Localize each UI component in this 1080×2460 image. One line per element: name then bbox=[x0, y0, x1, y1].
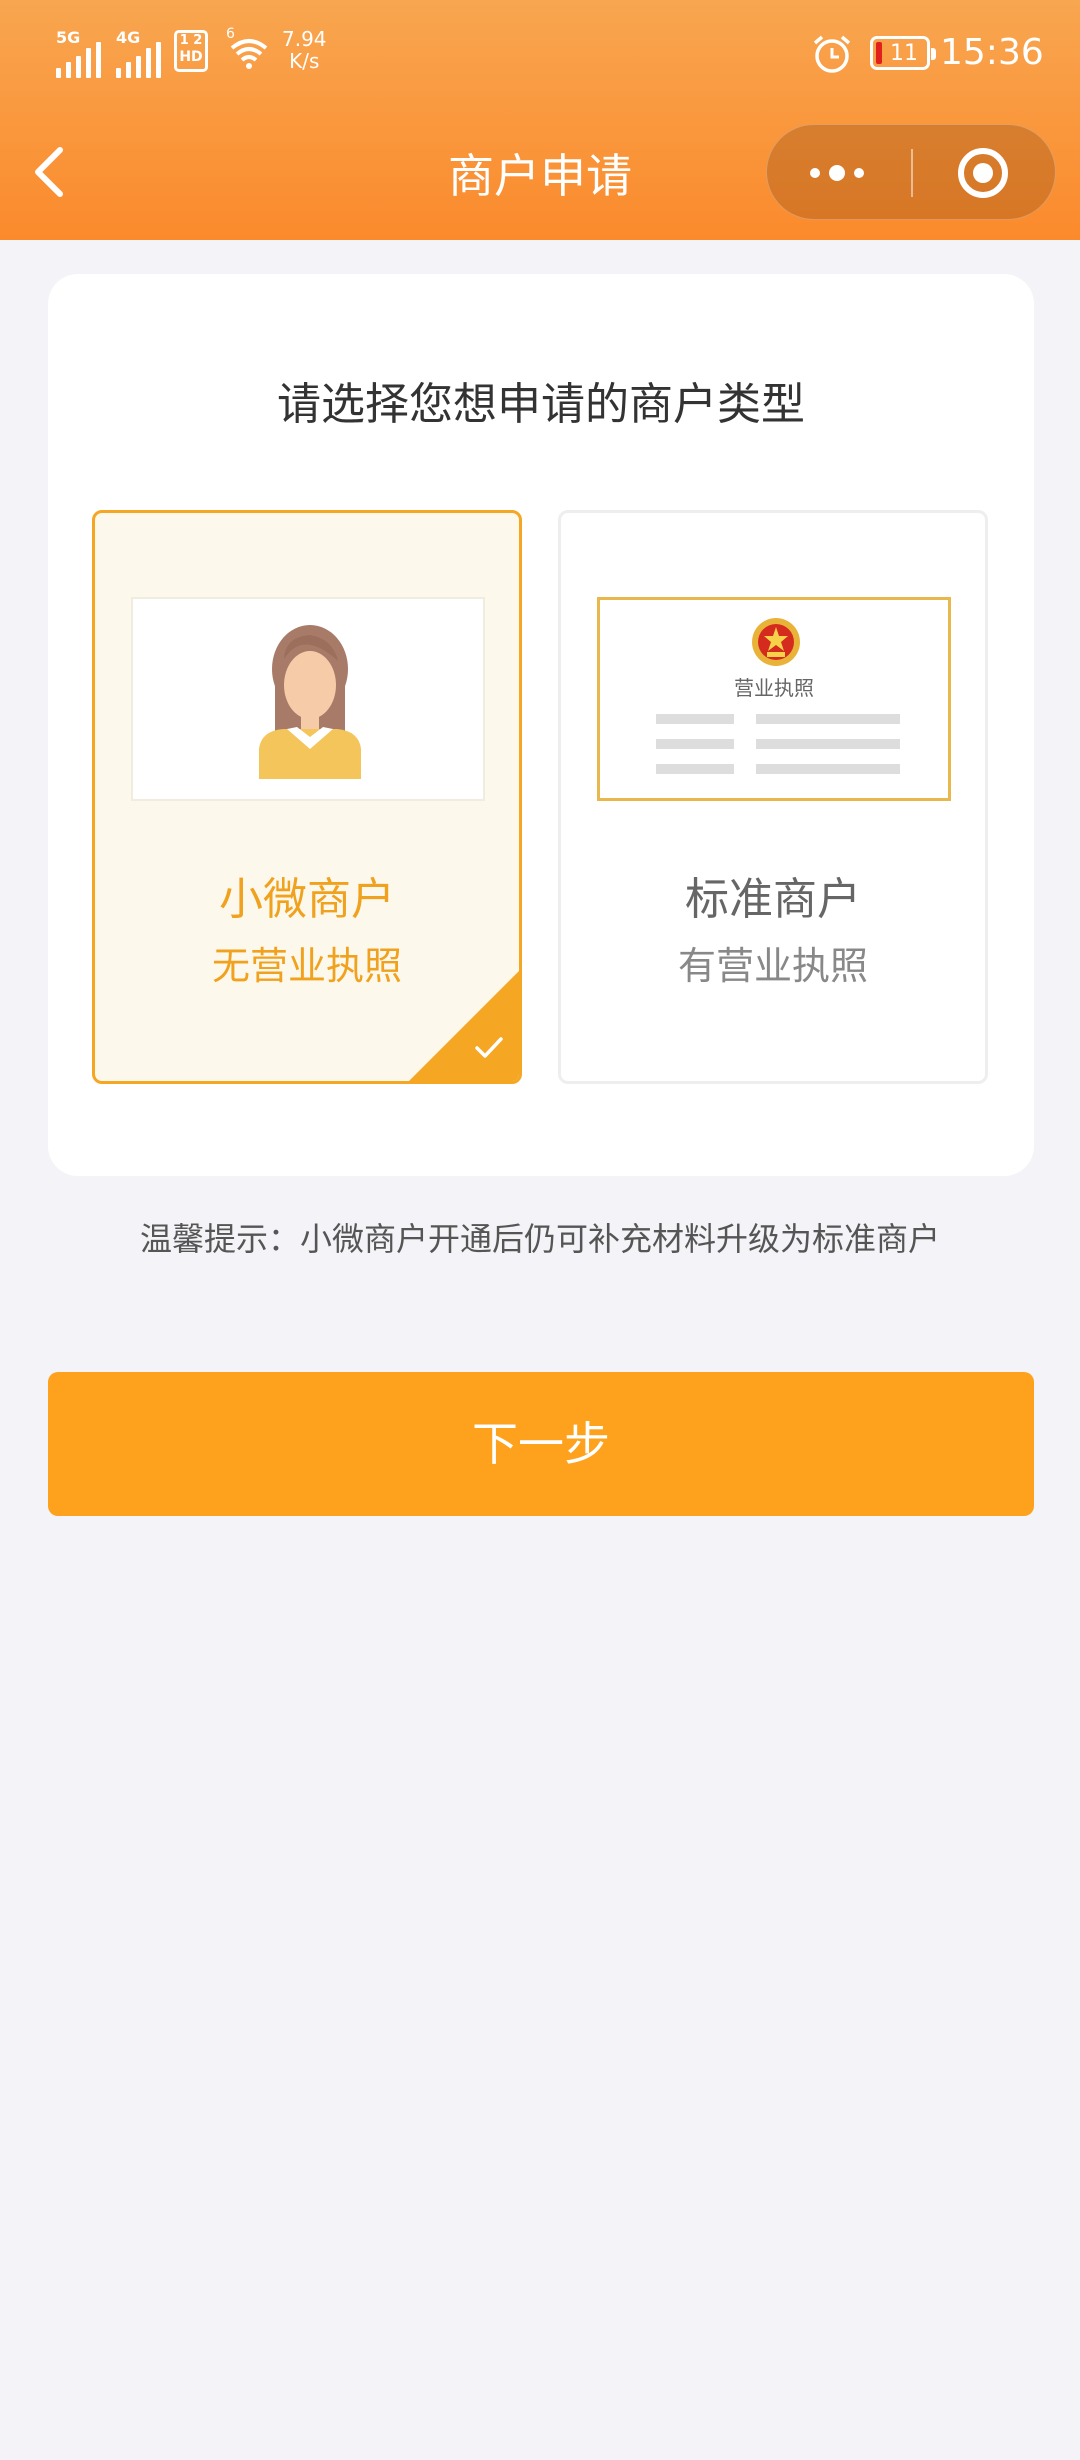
battery-icon: 11 bbox=[870, 36, 936, 70]
person-icon bbox=[259, 625, 361, 779]
option-subtitle: 有营业执照 bbox=[677, 944, 868, 988]
wifi-icon: 6 bbox=[226, 26, 272, 76]
license-text-lines bbox=[656, 714, 900, 774]
merchant-type-panel: 请选择您想申请的商户类型 小微商户 无营业执照 营业执照 标准商户 有营业执照 bbox=[48, 274, 1034, 1176]
header: 5G 4G 1 2 HD 6 7.94 K/s 11 15:36 商户申请 bbox=[0, 0, 1080, 240]
signal-4g-icon: 4G bbox=[116, 28, 161, 78]
national-emblem-icon bbox=[752, 618, 800, 666]
target-circle-icon bbox=[958, 148, 1008, 198]
alarm-icon bbox=[813, 35, 851, 73]
signal-5g-icon: 5G bbox=[56, 28, 101, 78]
license-card-label: 营业执照 bbox=[734, 676, 814, 700]
panel-title: 请选择您想申请的商户类型 bbox=[277, 379, 805, 430]
business-license-illustration: 营业执照 bbox=[597, 597, 951, 801]
miniprogram-capsule bbox=[766, 124, 1056, 220]
status-time: 15:36 bbox=[940, 32, 1044, 73]
option-micro-merchant[interactable]: 小微商户 无营业执照 bbox=[92, 510, 522, 1084]
next-step-button[interactable]: 下一步 bbox=[48, 1372, 1034, 1516]
network-speed: 7.94 K/s bbox=[282, 27, 327, 73]
checkmark-icon bbox=[475, 1037, 503, 1058]
option-title: 标准商户 bbox=[685, 874, 861, 925]
option-standard-merchant[interactable]: 营业执照 标准商户 有营业执照 bbox=[558, 510, 988, 1084]
option-title: 小微商户 bbox=[219, 874, 395, 925]
close-miniprogram-button[interactable] bbox=[913, 125, 1057, 221]
micro-merchant-illustration bbox=[131, 597, 485, 801]
nav-bar: 商户申请 bbox=[0, 110, 1080, 240]
tip-text: 温馨提示：小微商户开通后仍可补充材料升级为标准商户 bbox=[139, 1220, 940, 1258]
status-bar: 5G 4G 1 2 HD 6 7.94 K/s 11 15:36 bbox=[0, 0, 1080, 110]
more-button[interactable] bbox=[767, 125, 911, 221]
hd-icon: 1 2 HD bbox=[174, 30, 208, 72]
more-dots-icon bbox=[810, 165, 864, 181]
